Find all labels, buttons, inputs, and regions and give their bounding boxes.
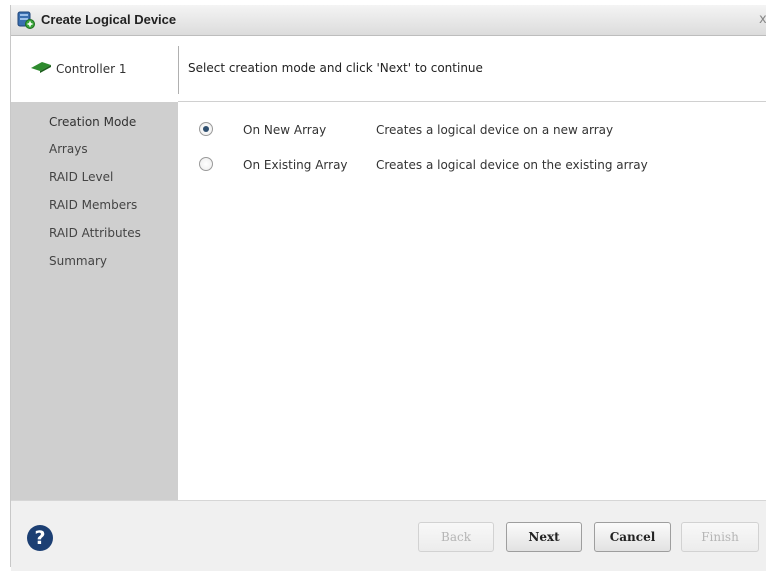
step-arrays[interactable]: Arrays <box>49 142 88 156</box>
on-new-array-radio[interactable] <box>199 122 213 136</box>
step-raid-members[interactable]: RAID Members <box>49 198 137 212</box>
controller-icon <box>31 62 51 73</box>
instruction-text: Select creation mode and click 'Next' to… <box>188 61 483 75</box>
on-new-array-description: Creates a logical device on a new array <box>376 123 614 137</box>
close-icon[interactable]: x <box>759 12 766 27</box>
controller-header: Controller 1 <box>11 36 178 100</box>
create-logical-device-dialog: Create Logical Device x Controller 1 Sel… <box>10 5 766 571</box>
step-raid-attributes[interactable]: RAID Attributes <box>49 226 141 240</box>
on-existing-array-radio[interactable] <box>199 157 213 171</box>
dialog-title: Create Logical Device <box>41 12 177 27</box>
radio-selected-dot <box>203 126 209 132</box>
dialog-footer: ? Back Next Cancel Finish <box>11 500 766 571</box>
on-new-array-label[interactable]: On New Array <box>243 123 326 137</box>
step-summary[interactable]: Summary <box>49 254 107 268</box>
on-existing-array-description: Creates a logical device on the existing… <box>376 158 648 172</box>
add-logical-device-icon <box>17 11 35 29</box>
cancel-button[interactable]: Cancel <box>594 522 671 552</box>
step-raid-level[interactable]: RAID Level <box>49 170 113 184</box>
creation-mode-panel: On New Array Creates a logical device on… <box>178 102 766 500</box>
title-bar[interactable]: Create Logical Device x <box>11 5 766 36</box>
finish-button[interactable]: Finish <box>681 522 759 552</box>
next-button[interactable]: Next <box>506 522 582 552</box>
step-creation-mode[interactable]: Creation Mode <box>49 115 136 129</box>
help-icon[interactable]: ? <box>27 525 53 551</box>
header-divider <box>178 46 179 94</box>
wizard-steps-sidebar: Creation Mode Arrays RAID Level RAID Mem… <box>11 102 178 500</box>
back-button[interactable]: Back <box>418 522 494 552</box>
controller-label: Controller 1 <box>56 62 127 76</box>
on-existing-array-label[interactable]: On Existing Array <box>243 158 348 172</box>
